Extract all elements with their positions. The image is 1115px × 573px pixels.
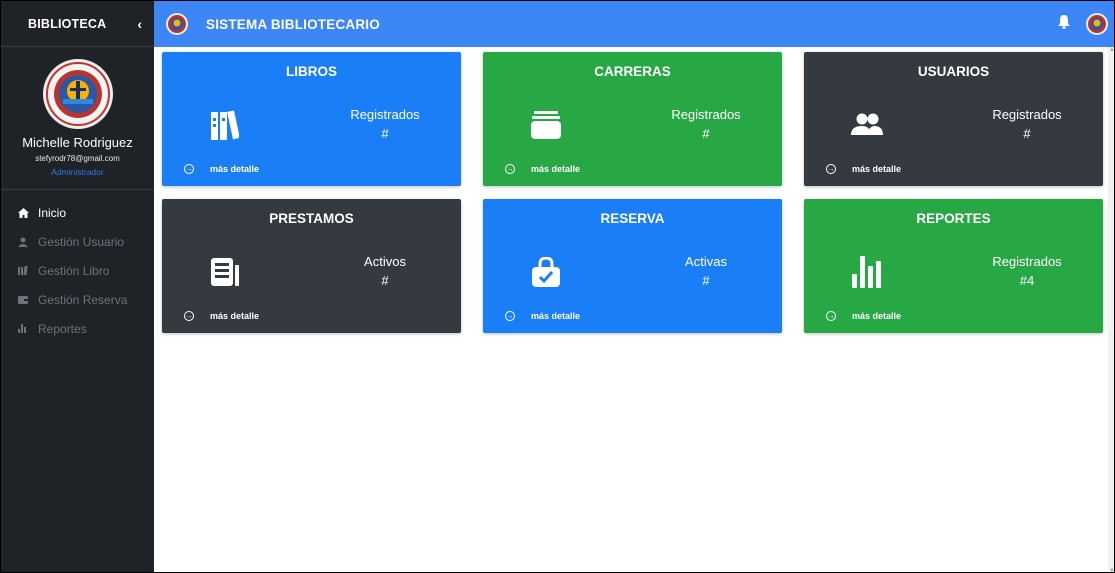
wallet-icon	[529, 108, 563, 142]
scroll-down-icon[interactable]: ▼	[1109, 568, 1114, 572]
bar-chart-icon	[850, 255, 884, 289]
more-detail-label: más detalle	[531, 164, 581, 174]
user-avatar-icon	[1088, 15, 1106, 33]
card-stat: Registrados #	[633, 107, 779, 141]
card-stat: Registrados #4	[954, 254, 1100, 288]
profile-name: Michelle Rodriguez	[22, 135, 133, 150]
sidebar-item-label: Gestión Usuario	[38, 234, 125, 249]
sidebar-item-label: Inicio	[38, 205, 67, 220]
vertical-scrollbar[interactable]: ▲ ▼	[1108, 47, 1114, 572]
more-detail-link[interactable]: → más detalle	[505, 311, 580, 321]
books-icon	[18, 266, 38, 275]
sidebar-collapse-button[interactable]: ‹	[137, 16, 142, 32]
stat-value: #4	[1019, 273, 1035, 288]
stat-label: Registrados	[992, 254, 1062, 269]
card-title: LIBROS	[285, 64, 337, 79]
more-detail-label: más detalle	[852, 164, 902, 174]
stat-label: Registrados	[671, 107, 741, 122]
more-detail-label: más detalle	[531, 311, 581, 321]
main-content: LIBROS Registrados # → más detalle CARRE…	[154, 47, 1114, 572]
stat-value: #	[381, 273, 389, 288]
page-title: SISTEMA BIBLIOTECARIO	[206, 16, 380, 32]
chart-icon	[18, 324, 38, 333]
card-prestamos: PRESTAMOS Activos # → más detalle	[162, 199, 461, 333]
header-logo-icon	[166, 13, 188, 35]
stat-value: #	[702, 273, 710, 288]
stat-value: #	[1023, 126, 1031, 141]
card-carreras: CARRERAS Registrados # → más detalle	[483, 52, 782, 186]
more-detail-link[interactable]: → más detalle	[826, 164, 901, 174]
card-stat: Registrados #	[954, 107, 1100, 141]
arrow-circle-right-icon: →	[826, 164, 836, 174]
stat-label: Activos	[364, 254, 406, 269]
sidebar-item-inicio[interactable]: Inicio	[1, 198, 154, 227]
newspaper-icon	[208, 255, 242, 289]
more-detail-link[interactable]: → más detalle	[184, 164, 259, 174]
sidebar-item-gestion-libro[interactable]: Gestión Libro	[1, 256, 154, 285]
card-stat: Activas #	[633, 254, 779, 288]
sidebar-item-label: Reportes	[38, 321, 87, 336]
avatar	[42, 59, 113, 129]
more-detail-label: más detalle	[210, 311, 260, 321]
shopping-bag-check-icon	[529, 255, 563, 289]
stat-value: #	[381, 126, 389, 141]
card-usuarios: USUARIOS Registrados # → más detalle	[804, 52, 1103, 186]
profile-role: Administrador	[51, 167, 104, 177]
card-title: USUARIOS	[917, 64, 990, 79]
card-reportes: REPORTES Registrados #4 → más detalle	[804, 199, 1103, 333]
sidebar-item-label: Gestión Reserva	[38, 292, 128, 307]
card-stat: Registrados #	[312, 107, 458, 141]
more-detail-link[interactable]: → más detalle	[826, 311, 901, 321]
more-detail-label: más detalle	[210, 164, 260, 174]
stat-label: Registrados	[350, 107, 420, 122]
users-icon	[850, 108, 884, 142]
user-menu-avatar[interactable]	[1086, 13, 1108, 35]
card-title: RESERVA	[600, 211, 665, 226]
more-detail-link[interactable]: → más detalle	[184, 311, 259, 321]
arrow-circle-right-icon: →	[826, 311, 836, 321]
stat-label: Activas	[685, 254, 727, 269]
wallet-icon	[18, 295, 38, 304]
sidebar: BIBLIOTECA ‹ Michelle Rodriguez stefyrod…	[1, 1, 154, 572]
sidebar-nav: Inicio Gestión Usuario Gestión Libro Ges…	[1, 198, 154, 343]
institution-logo-icon	[45, 62, 110, 126]
user-profile: Michelle Rodriguez stefyrodr78@gmail.com…	[1, 47, 154, 177]
arrow-circle-right-icon: →	[184, 164, 194, 174]
sidebar-item-label: Gestión Libro	[38, 263, 110, 278]
home-icon	[18, 207, 38, 218]
arrow-circle-right-icon: →	[505, 164, 515, 174]
top-header: SISTEMA BIBLIOTECARIO	[154, 1, 1114, 47]
sidebar-item-gestion-usuario[interactable]: Gestión Usuario	[1, 227, 154, 256]
more-detail-label: más detalle	[852, 311, 902, 321]
sidebar-brand: BIBLIOTECA	[28, 16, 107, 31]
arrow-circle-right-icon: →	[184, 311, 194, 321]
app-window: BIBLIOTECA ‹ Michelle Rodriguez stefyrod…	[0, 0, 1115, 573]
books-icon	[208, 108, 242, 142]
card-title: PRESTAMOS	[269, 211, 354, 226]
card-stat: Activos #	[312, 254, 458, 288]
card-reserva: RESERVA Activas # → más detalle	[483, 199, 782, 333]
more-detail-link[interactable]: → más detalle	[505, 164, 580, 174]
user-icon	[18, 237, 38, 247]
sidebar-item-gestion-reserva[interactable]: Gestión Reserva	[1, 285, 154, 314]
stat-value: #	[702, 126, 710, 141]
stat-label: Registrados	[992, 107, 1062, 122]
bell-icon[interactable]	[1058, 14, 1070, 34]
sidebar-item-reportes[interactable]: Reportes	[1, 314, 154, 343]
profile-email: stefyrodr78@gmail.com	[35, 154, 120, 163]
arrow-circle-right-icon: →	[505, 311, 515, 321]
sidebar-divider	[1, 189, 154, 190]
card-libros: LIBROS Registrados # → más detalle	[162, 52, 461, 186]
header-actions	[1058, 13, 1108, 35]
sidebar-header: BIBLIOTECA ‹	[1, 1, 154, 47]
scroll-up-icon[interactable]: ▲	[1109, 47, 1114, 53]
card-title: REPORTES	[916, 211, 991, 226]
card-title: CARRERAS	[594, 64, 671, 79]
